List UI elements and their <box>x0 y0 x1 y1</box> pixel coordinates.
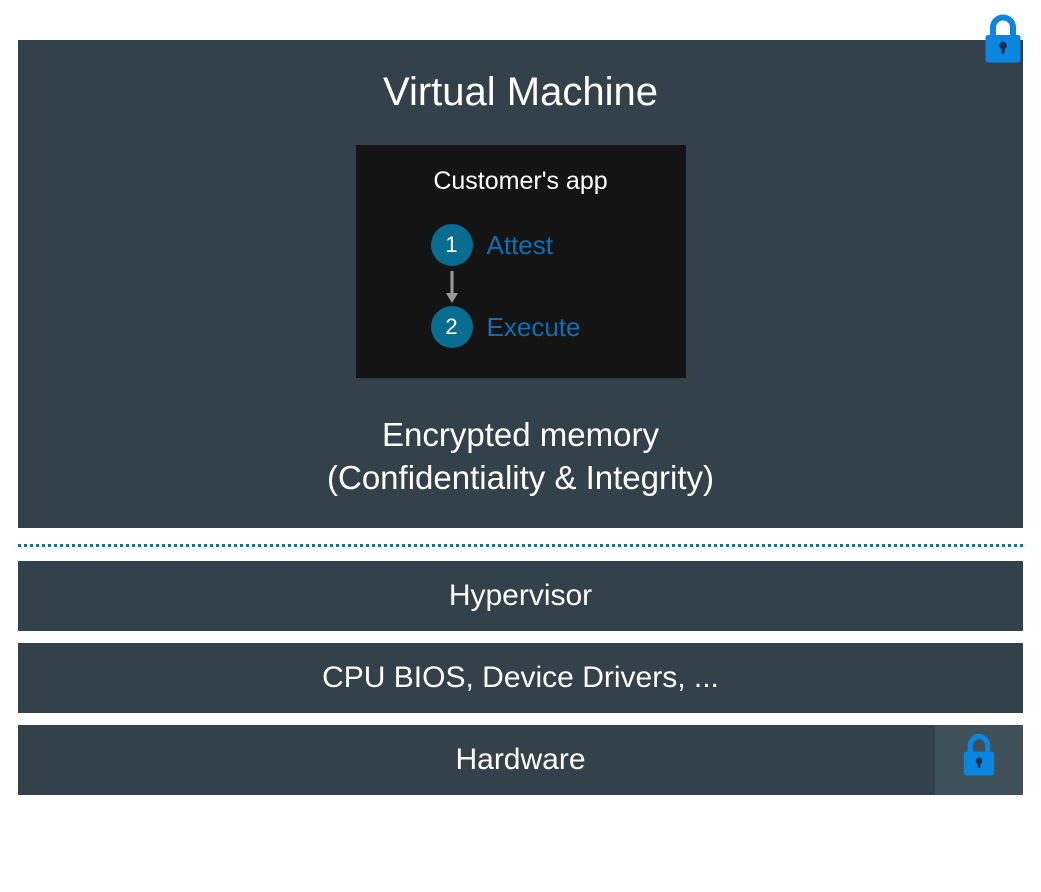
step-number-1: 1 <box>431 224 473 266</box>
arrow-down-icon <box>431 268 473 304</box>
bios-layer: CPU BIOS, Device Drivers, ... <box>18 643 1023 713</box>
step-execute: 2 Execute <box>431 306 581 348</box>
encrypted-memory-text: Encrypted memory (Confidentiality & Inte… <box>327 414 714 500</box>
trust-boundary-divider <box>18 544 1023 547</box>
lock-icon <box>973 10 1033 70</box>
vm-title: Virtual Machine <box>383 70 658 115</box>
encrypted-line2: (Confidentiality & Integrity) <box>327 457 714 500</box>
hypervisor-layer: Hypervisor <box>18 561 1023 631</box>
step-attest: 1 Attest <box>431 224 553 266</box>
lock-icon <box>953 730 1005 790</box>
diagram-container: Virtual Machine Customer's app 1 Attest … <box>18 10 1023 795</box>
bios-label: CPU BIOS, Device Drivers, ... <box>322 661 719 694</box>
step-label-attest: Attest <box>487 230 553 261</box>
encrypted-line1: Encrypted memory <box>327 414 714 457</box>
steps-list: 1 Attest 2 Execute <box>431 224 581 348</box>
customer-app-box: Customer's app 1 Attest 2 Execute <box>356 145 686 378</box>
app-title: Customer's app <box>433 167 607 196</box>
hardware-lock-box <box>935 725 1023 795</box>
hardware-label: Hardware <box>455 743 585 776</box>
step-number-2: 2 <box>431 306 473 348</box>
hardware-layer: Hardware <box>18 725 1023 795</box>
virtual-machine-box: Virtual Machine Customer's app 1 Attest … <box>18 40 1023 528</box>
step-label-execute: Execute <box>487 312 581 343</box>
hypervisor-label: Hypervisor <box>449 579 592 612</box>
